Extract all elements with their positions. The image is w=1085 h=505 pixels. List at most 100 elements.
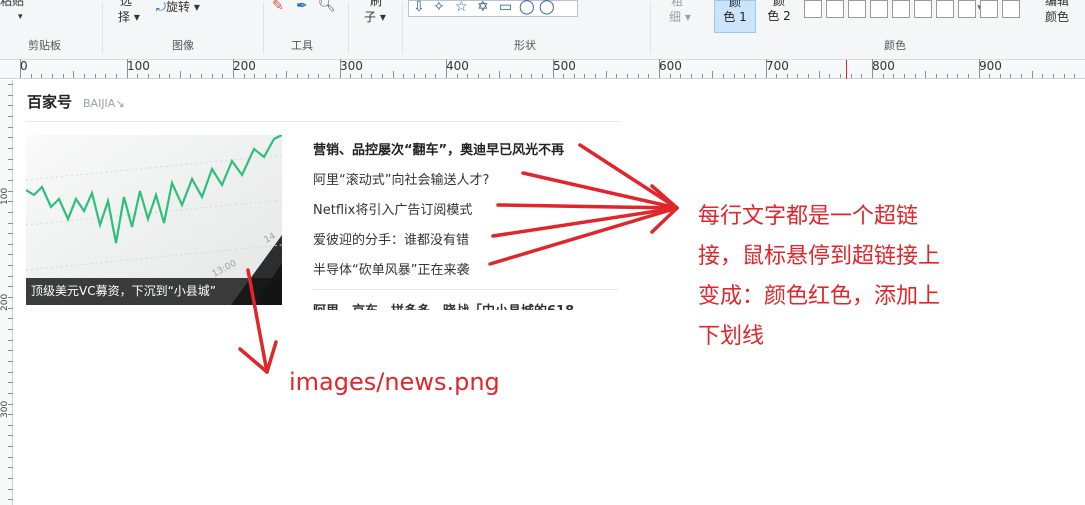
ruler-tick bbox=[595, 74, 597, 78]
ruler-tick bbox=[925, 71, 927, 78]
news-link[interactable]: Netflix将引入广告订阅模式 bbox=[313, 196, 623, 226]
image-path-note: images/news.png bbox=[289, 368, 500, 396]
color1-label-bottom: 色 1 bbox=[723, 10, 747, 24]
shapes-gallery[interactable]: ⇩ ✧ ☆ ✡ ▭ ◯ ◯ ▾ bbox=[408, 0, 986, 17]
callout-cloud-shape-icon[interactable]: ◯ bbox=[539, 0, 555, 15]
star6-shape-icon[interactable]: ✡ bbox=[477, 0, 489, 15]
ruler-tick bbox=[840, 74, 841, 78]
image-caption: 顶级美元VC募资，下沉到“小县城” bbox=[26, 278, 282, 305]
brush-dropdown[interactable]: 子 ▾ bbox=[364, 10, 386, 24]
ruler-tick bbox=[94, 74, 96, 78]
ruler-label: 700 bbox=[766, 59, 789, 73]
color-swatch[interactable] bbox=[1002, 0, 1020, 18]
ruler-tick bbox=[531, 74, 533, 78]
color2-button[interactable]: 颜 色 2 bbox=[758, 0, 800, 33]
outline-label-bottom: 细 bbox=[669, 10, 682, 24]
ruler-tick bbox=[552, 59, 554, 78]
ruler-tick bbox=[115, 74, 117, 78]
outline-dropdown[interactable]: 细 ▾ bbox=[669, 10, 691, 24]
color-picker-icon[interactable]: ✒ bbox=[296, 0, 308, 13]
paint-window: 粘贴 ▾ 选 择 ▾ ⤾旋转 ▾ ✎ ✒ 🔍︎ 刷 子 ▾ ⇩ ✧ ☆ ✡ ▭ … bbox=[0, 0, 1085, 505]
news-link[interactable]: 爱彼迎的分手：谁都没有错 bbox=[313, 226, 623, 256]
ruler-tick bbox=[786, 74, 788, 78]
ruler-tick bbox=[488, 74, 490, 78]
news-image[interactable]: 13:00 14 顶级美元VC募资，下沉到“小县城” bbox=[26, 135, 282, 305]
ruler-label: 200 bbox=[233, 59, 256, 73]
color-swatch[interactable] bbox=[958, 0, 976, 18]
news-link[interactable]: 阿里“滚动式”向社会输送人才? bbox=[313, 166, 623, 196]
ruler-tick bbox=[648, 74, 650, 78]
cursor-position-marker bbox=[846, 60, 847, 79]
headline-link[interactable]: 营销、品控屡次“翻车”，奥迪早已风光不再 bbox=[313, 136, 623, 166]
color-swatch[interactable] bbox=[848, 0, 866, 18]
rotate-button[interactable]: ⤾旋转 ▾ bbox=[156, 0, 200, 14]
ruler-tick bbox=[829, 74, 831, 78]
divider bbox=[102, 2, 103, 54]
color-swatch[interactable] bbox=[936, 0, 954, 18]
ribbon-toolbar: 粘贴 ▾ 选 择 ▾ ⤾旋转 ▾ ✎ ✒ 🔍︎ 刷 子 ▾ ⇩ ✧ ☆ ✡ ▭ … bbox=[0, 0, 1085, 60]
ruler-tick bbox=[680, 74, 682, 78]
ruler-tick bbox=[414, 74, 415, 78]
ruler-tick bbox=[318, 74, 320, 78]
select-label-bottom: 择 bbox=[118, 10, 131, 24]
ruler-tick bbox=[350, 74, 352, 78]
ruler-tick bbox=[499, 71, 501, 78]
color-swatch[interactable] bbox=[980, 0, 998, 18]
ruler-tick bbox=[201, 74, 203, 78]
magnifier-icon[interactable]: 🔍︎ bbox=[318, 0, 336, 12]
eraser-icon[interactable]: ✎ bbox=[272, 0, 284, 13]
ruler-label: 400 bbox=[446, 59, 469, 73]
ruler-tick bbox=[403, 74, 405, 78]
ruler-tick bbox=[935, 74, 937, 78]
next-headline-link[interactable]: 阿里、京东、拼多多、晓战「中小县城的618 bbox=[313, 298, 618, 310]
outline-button[interactable]: 粗 bbox=[671, 0, 683, 8]
ruler-tick bbox=[659, 59, 660, 78]
ruler-tick bbox=[211, 74, 213, 78]
ruler-tick bbox=[126, 59, 128, 78]
color-swatch[interactable] bbox=[804, 0, 822, 18]
drawing-canvas[interactable]: 百家号 BAIJIA↘ 13:00 14 顶级美元VC募资，下沉到“小县城” 营… bbox=[13, 80, 1085, 505]
ruler-tick bbox=[20, 59, 21, 78]
ruler-tick bbox=[477, 74, 479, 78]
ruler-tick bbox=[797, 74, 799, 78]
edit-colors-button[interactable]: 编辑 bbox=[1045, 0, 1069, 8]
ruler-tick bbox=[1021, 74, 1023, 78]
ruler-tick bbox=[733, 74, 735, 78]
ruler-label: 100 bbox=[127, 59, 150, 73]
color-swatch[interactable] bbox=[914, 0, 932, 18]
ruler-tick bbox=[744, 74, 746, 78]
ruler-tick bbox=[456, 74, 458, 78]
ruler-tick bbox=[914, 74, 916, 78]
paste-dropdown-icon[interactable]: ▾ bbox=[18, 10, 23, 24]
ruler-tick bbox=[563, 74, 565, 78]
color-swatch[interactable] bbox=[826, 0, 844, 18]
select-dropdown[interactable]: 择 ▾ bbox=[118, 10, 140, 24]
ruler-tick bbox=[169, 74, 171, 78]
ruler-tick bbox=[62, 74, 64, 78]
ruler-tick bbox=[222, 74, 224, 78]
ruler-tick bbox=[328, 74, 330, 78]
ruler-tick bbox=[371, 74, 373, 78]
star4-shape-icon[interactable]: ✧ bbox=[433, 0, 445, 15]
arrow-down-shape-icon[interactable]: ⇩ bbox=[413, 0, 425, 15]
star5-shape-icon[interactable]: ☆ bbox=[455, 0, 468, 15]
ruler-tick bbox=[41, 74, 43, 78]
ruler-tick bbox=[275, 74, 277, 78]
brush-button[interactable]: 刷 bbox=[370, 0, 382, 8]
ruler-tick bbox=[233, 59, 234, 78]
ruler-label: 500 bbox=[553, 59, 576, 73]
ruler-label: 300 bbox=[340, 59, 363, 73]
ruler-tick bbox=[1042, 74, 1044, 78]
callout-rect-shape-icon[interactable]: ▭ bbox=[499, 0, 512, 15]
color-swatch[interactable] bbox=[892, 0, 910, 18]
paste-button[interactable]: 粘贴 bbox=[0, 0, 24, 8]
news-link[interactable]: 半导体“砍单风暴”正在来袭 bbox=[313, 256, 623, 286]
divider bbox=[402, 2, 403, 54]
group-shapes-label: 形状 bbox=[514, 39, 536, 52]
callout-oval-shape-icon[interactable]: ◯ bbox=[519, 0, 535, 15]
color1-button[interactable]: 颜 色 1 bbox=[714, 0, 756, 33]
select-button[interactable]: 选 bbox=[120, 0, 132, 8]
ruler-tick bbox=[147, 74, 149, 78]
ruler-tick bbox=[605, 71, 607, 78]
color-swatch[interactable] bbox=[870, 0, 888, 18]
